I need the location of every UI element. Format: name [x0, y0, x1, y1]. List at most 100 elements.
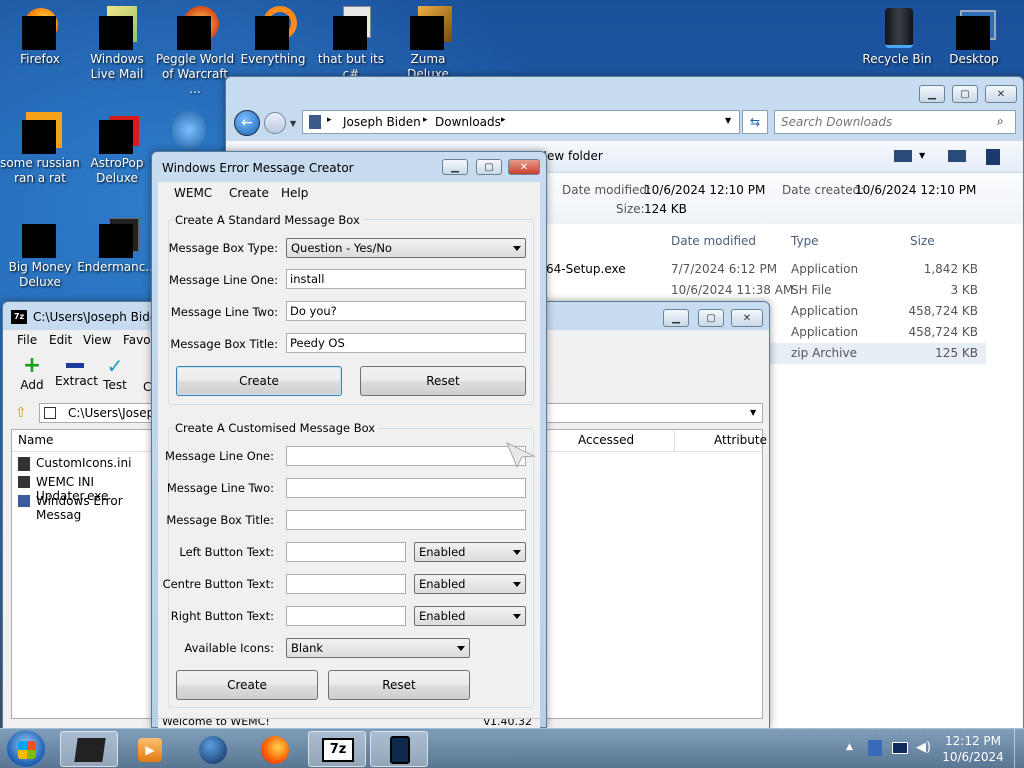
- table-row[interactable]: 64-Setup.exe 7/7/2024 6:12 PM Applicatio…: [546, 259, 986, 280]
- clock[interactable]: 12:12 PM 10/6/2024: [938, 733, 1008, 765]
- tray-network-icon[interactable]: [868, 740, 882, 756]
- desktop-icon-some-russian-ran-a-rat[interactable]: some russian ran a rat: [0, 110, 80, 186]
- centre-button-text-field[interactable]: [286, 574, 406, 594]
- taskbar-item-explorer[interactable]: [60, 731, 118, 767]
- minimize-button[interactable]: ▁: [919, 85, 945, 103]
- play-icon: ▶: [138, 738, 162, 762]
- close-button[interactable]: ✕: [508, 159, 540, 175]
- tray-volume-icon[interactable]: ◀): [916, 740, 931, 756]
- table-row[interactable]: 10/6/2024 11:38 AM SH File 3 KB: [546, 280, 986, 301]
- desktop-icon-big-money-deluxe[interactable]: Big Money Deluxe: [0, 214, 80, 290]
- menu-help[interactable]: Help: [281, 186, 308, 200]
- menu-create[interactable]: Create: [229, 186, 269, 200]
- search-box[interactable]: ⌕: [774, 110, 1016, 134]
- right-button-text-field[interactable]: [286, 606, 406, 626]
- add-button[interactable]: + Add: [17, 354, 47, 393]
- desktop-icon-everything[interactable]: Everything: [233, 6, 313, 67]
- date-modified-value: 10/6/2024 12:10 PM: [644, 183, 766, 197]
- tray-display-icon[interactable]: [892, 742, 908, 754]
- wemc-window: Windows Error Message Creator ▁ ▢ ✕ WEMC…: [151, 151, 547, 728]
- address-dropdown-icon[interactable]: ▼: [725, 116, 731, 125]
- start-button[interactable]: [6, 730, 46, 768]
- path-dropdown-icon[interactable]: ▼: [750, 408, 756, 417]
- custom-create-button[interactable]: Create: [176, 670, 318, 700]
- address-bar[interactable]: ▸ Joseph Biden ▸ Downloads ▸ ▼: [302, 110, 740, 134]
- show-desktop-button[interactable]: [1014, 729, 1024, 768]
- column-date-modified[interactable]: Date modified: [671, 234, 756, 248]
- custom-title-field[interactable]: [286, 510, 526, 530]
- desktop-icon-label: Recycle Bin: [862, 52, 932, 66]
- list-item[interactable]: CustomIcons.ini: [16, 454, 156, 474]
- file-size: 125 KB: [935, 346, 978, 360]
- breadcrumb-item[interactable]: Joseph Biden: [343, 115, 421, 129]
- column-attributes[interactable]: Attribute: [714, 433, 767, 447]
- extract-button[interactable]: Extract: [55, 354, 98, 388]
- reset-button[interactable]: Reset: [360, 366, 526, 396]
- desktop-icon-astropop-deluxe[interactable]: AstroPop Deluxe: [77, 110, 157, 186]
- message-line-two-field[interactable]: Do you?: [286, 301, 526, 321]
- tray-expand-icon[interactable]: ▲: [846, 742, 853, 752]
- history-dropdown-icon[interactable]: ▼: [290, 119, 296, 128]
- status-bar: Welcome to WEMC! v1.40.32: [158, 718, 540, 728]
- menu-file[interactable]: File: [17, 333, 37, 347]
- back-arrow-icon[interactable]: ←: [234, 110, 260, 136]
- up-folder-icon[interactable]: ⇧: [15, 405, 27, 421]
- globe-icon: [199, 736, 227, 764]
- breadcrumb-item[interactable]: Downloads: [435, 115, 501, 129]
- view-dropdown-icon[interactable]: ▼: [919, 151, 925, 160]
- taskbar-item-browser[interactable]: [184, 731, 242, 767]
- file-size: 458,724 KB: [908, 304, 978, 318]
- message-line-one-field[interactable]: install: [286, 269, 526, 289]
- taskbar-item-wemc[interactable]: [370, 731, 428, 767]
- maximize-button[interactable]: ▢: [698, 309, 724, 327]
- path-text: C:\Users\Joseph: [68, 406, 162, 420]
- minimize-button[interactable]: ▁: [442, 159, 468, 175]
- maximize-button[interactable]: ▢: [476, 159, 502, 175]
- message-box-type-select[interactable]: Question - Yes/No: [286, 238, 526, 258]
- menu-wemc[interactable]: WEMC: [174, 186, 212, 200]
- refresh-icon[interactable]: ⇆: [742, 110, 768, 134]
- menu-edit[interactable]: Edit: [49, 333, 72, 347]
- left-button-text-field[interactable]: [286, 542, 406, 562]
- maximize-button[interactable]: ▢: [952, 85, 978, 103]
- taskbar-item-firefox[interactable]: [246, 731, 304, 767]
- menu-view[interactable]: View: [83, 333, 111, 347]
- desktop-icon-recycle-bin[interactable]: Recycle Bin: [857, 6, 937, 67]
- new-folder-button[interactable]: New folder: [538, 149, 603, 163]
- custom-line-one-field[interactable]: [286, 446, 526, 466]
- view-icon[interactable]: [894, 150, 912, 162]
- taskbar-item-7zip[interactable]: 7z: [308, 731, 366, 767]
- list-item[interactable]: WEMC INI Updater.exe: [16, 473, 156, 503]
- column-size[interactable]: Size: [910, 234, 935, 248]
- forward-arrow-icon[interactable]: [264, 112, 286, 134]
- right-button-state-select[interactable]: Enabled: [414, 606, 526, 626]
- taskbar-item-media-player[interactable]: ▶: [122, 731, 180, 767]
- desktop-icon-partial[interactable]: [172, 110, 206, 150]
- search-input[interactable]: [775, 111, 990, 133]
- desktop-icon-zuma-deluxe[interactable]: Zuma Deluxe: [388, 6, 468, 82]
- file-size: 3 KB: [950, 283, 978, 297]
- help-icon[interactable]: [986, 149, 1000, 165]
- custom-line-two-field[interactable]: [286, 478, 526, 498]
- close-button[interactable]: ✕: [985, 85, 1017, 103]
- desktop-icon-desktop[interactable]: Desktop: [934, 6, 1014, 67]
- column-type[interactable]: Type: [791, 234, 819, 248]
- close-button[interactable]: ✕: [731, 309, 763, 327]
- desktop-icon-endermanch[interactable]: Endermanc...: [77, 214, 157, 275]
- custom-reset-button[interactable]: Reset: [328, 670, 470, 700]
- create-button[interactable]: Create: [176, 366, 342, 396]
- available-icons-select[interactable]: Blank: [286, 638, 470, 658]
- preview-pane-icon[interactable]: [948, 150, 966, 162]
- test-button[interactable]: ✓ Test: [101, 354, 129, 392]
- desktop-icon-windows-live-mail[interactable]: Windows Live Mail: [77, 6, 157, 82]
- left-button-state-select[interactable]: Enabled: [414, 542, 526, 562]
- desktop-icon-that-but-its-csharp[interactable]: that but its c#: [310, 6, 392, 82]
- column-accessed[interactable]: Accessed: [578, 433, 634, 447]
- desktop-icon-firefox[interactable]: Firefox: [0, 6, 80, 67]
- column-name[interactable]: Name: [18, 433, 53, 447]
- minimize-button[interactable]: ▁: [663, 309, 689, 327]
- desktop-icon-peggle[interactable]: Peggle World of Warcraft ...: [155, 6, 235, 97]
- centre-button-state-select[interactable]: Enabled: [414, 574, 526, 594]
- message-box-title-field[interactable]: Peedy OS: [286, 333, 526, 353]
- list-item[interactable]: Windows Error Messag: [16, 492, 156, 522]
